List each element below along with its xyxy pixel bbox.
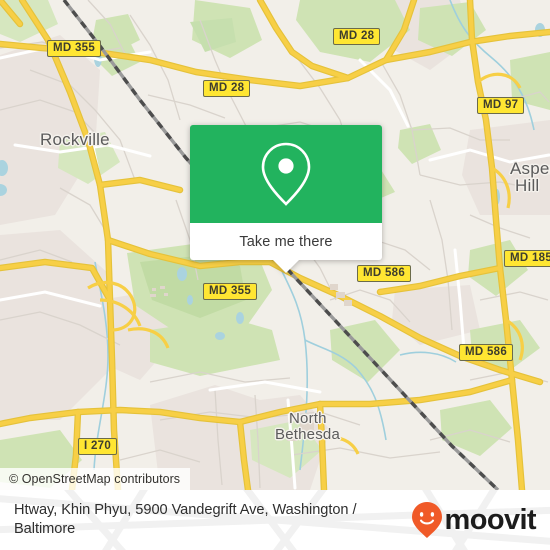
openstreetmap-attribution[interactable]: © OpenStreetMap contributors (0, 468, 191, 490)
map-pin-icon (261, 142, 311, 206)
take-me-there-label: Take me there (239, 233, 333, 250)
road-shield-md-28-top: MD 28 (333, 28, 381, 46)
location-popup[interactable]: Take me there (190, 125, 382, 273)
popup-action-bar[interactable]: Take me there (190, 223, 382, 273)
moovit-smiling-pin-logo-icon (411, 502, 442, 538)
road-shield-i-270: I 270 (78, 438, 118, 456)
map-canvas[interactable]: Rockville Aspen Hill North Bethesda MD 3… (0, 0, 550, 490)
road-shield-md-586-lower: MD 586 (459, 344, 514, 362)
popup-pointer-tail (273, 260, 299, 273)
popup-header (190, 125, 382, 223)
road-shield-md-355-center: MD 355 (203, 283, 258, 301)
moovit-map-screenshot: Rockville Aspen Hill North Bethesda MD 3… (0, 0, 550, 550)
road-shield-md-28-left: MD 28 (203, 80, 251, 98)
road-shield-md-355-north: MD 355 (47, 40, 102, 58)
footer-bar: Htway, Khin Phyu, 5900 Vandegrift Ave, W… (0, 490, 550, 550)
road-shield-md-185: MD 185 (504, 250, 550, 268)
moovit-wordmark: moovit (444, 503, 537, 536)
location-title: Htway, Khin Phyu, 5900 Vandegrift Ave, W… (14, 501, 357, 537)
road-shield-md-586-upper: MD 586 (357, 265, 412, 283)
road-shield-md-97: MD 97 (477, 97, 525, 115)
moovit-logo[interactable]: moovit (411, 501, 542, 539)
